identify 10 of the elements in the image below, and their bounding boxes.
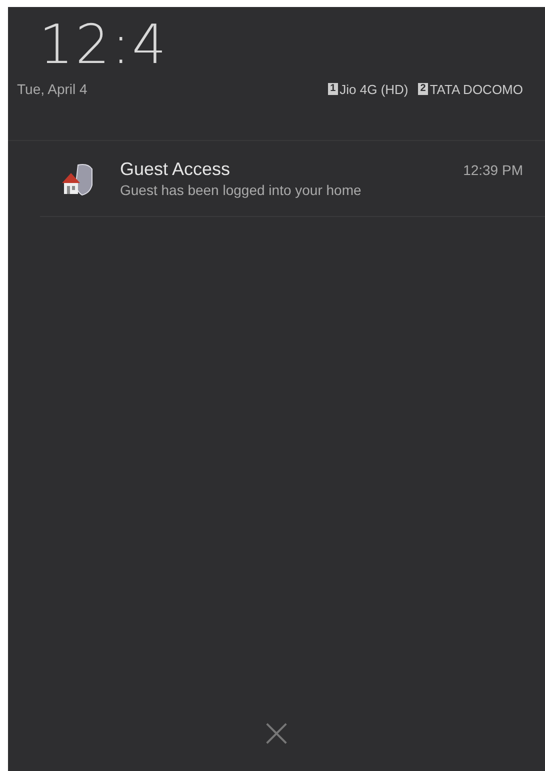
notification[interactable]: Guest Access 12:39 PM Guest has been logged into your home [40,141,545,217]
date: Tue, April 4 [17,81,88,97]
carrier-name: TATA DOCOMO [430,82,523,96]
clock: 12:4 [39,15,170,75]
notification-text: Guest has been logged into your home [120,182,362,198]
notification-time: 12:39 PM [463,162,523,178]
sim-slot-badge: 2 [418,83,428,95]
notification-title: Guest Access [120,159,230,180]
sim-slot-badge: 1 [328,83,338,95]
carrier-name: Jio 4G (HD) [340,82,408,96]
